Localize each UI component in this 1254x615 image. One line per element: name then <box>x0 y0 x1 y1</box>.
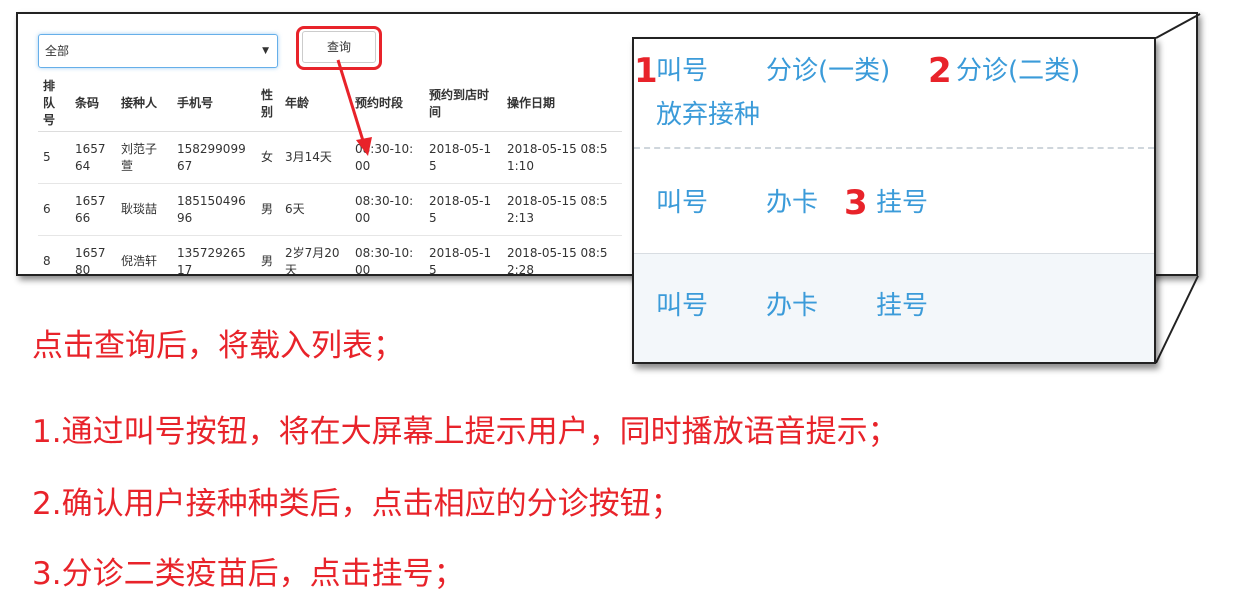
cell-gender: 男 <box>256 235 280 274</box>
chevron-down-icon: ▼ <box>262 46 269 56</box>
patient-table: 排队号 条码 接种人 手机号 性别 年龄 预约时段 预约到店时间 操作日期 5 … <box>38 76 622 274</box>
cell-age: 2岁7月20天 <box>280 235 350 274</box>
action-row-3: 叫号 办卡 挂号 <box>634 253 1154 362</box>
triage-class1-button[interactable]: 分诊(一类) <box>766 55 890 87</box>
cell-barcode: 165780 <box>70 235 116 274</box>
cell-phone: 13572926517 <box>172 235 256 274</box>
cell-queue-no: 5 <box>38 131 70 184</box>
cell-patient: 刘范子萱 <box>116 131 172 184</box>
cell-patient: 倪浩轩 <box>116 235 172 274</box>
cell-phone: 15829909967 <box>172 131 256 184</box>
action-row-2: 叫号 办卡 3 挂号 <box>634 147 1154 255</box>
call-number-button[interactable]: 叫号 <box>656 187 708 219</box>
caption-step-3: 3.分诊二类疫苗后，点击挂号； <box>32 556 465 592</box>
table-row[interactable]: 6 165766 耿琰喆 18515049696 男 6天 08:30-10:0… <box>38 183 622 236</box>
cell-barcode: 165764 <box>70 131 116 184</box>
cell-gender: 男 <box>256 183 280 236</box>
query-button[interactable]: 查询 <box>302 31 376 63</box>
table-header-row: 排队号 条码 接种人 手机号 性别 年龄 预约时段 预约到店时间 操作日期 <box>38 76 622 132</box>
cell-queue-no: 8 <box>38 235 70 274</box>
issue-card-button[interactable]: 办卡 <box>766 187 818 219</box>
cell-age: 6天 <box>280 183 350 236</box>
cell-slot: 08:30-10:00 <box>350 235 424 274</box>
zoomed-actions-panel: 1 叫号 分诊(一类) 2 分诊(二类) 放弃接种 叫号 办卡 3 挂号 叫号 … <box>632 37 1156 364</box>
cell-slot: 08:30-10:00 <box>350 183 424 236</box>
action-row-1: 1 叫号 分诊(一类) 2 分诊(二类) 放弃接种 <box>634 39 1154 147</box>
table-row[interactable]: 8 165780 倪浩轩 13572926517 男 2岁7月20天 08:30… <box>38 235 622 274</box>
triage-class2-button[interactable]: 分诊(二类) <box>956 55 1080 87</box>
step-marker-2: 2 <box>928 51 952 91</box>
cell-gender: 女 <box>256 131 280 184</box>
header-gender: 性别 <box>256 76 280 132</box>
perspective-line-bottom <box>1155 275 1199 364</box>
header-queue-no: 排队号 <box>38 76 70 132</box>
caption-load-list: 点击查询后，将载入列表； <box>32 328 404 364</box>
category-select-value: 全部 <box>45 44 70 58</box>
issue-card-button[interactable]: 办卡 <box>766 290 818 322</box>
cell-op-date: 2018-05-15 08:52:13 <box>502 183 622 236</box>
register-button[interactable]: 挂号 <box>876 187 928 219</box>
cell-barcode: 165766 <box>70 183 116 236</box>
caption-step-2: 2.确认用户接种种类后，点击相应的分诊按钮； <box>32 486 682 522</box>
caption-step-1: 1.通过叫号按钮，将在大屏幕上提示用户，同时播放语音提示； <box>32 414 899 450</box>
step-marker-1: 1 <box>634 51 658 91</box>
cell-arrival: 2018-05-15 <box>424 131 502 184</box>
header-patient: 接种人 <box>116 76 172 132</box>
register-button[interactable]: 挂号 <box>876 290 928 322</box>
header-op-date: 操作日期 <box>502 76 622 132</box>
abandon-vaccination-button[interactable]: 放弃接种 <box>656 99 760 131</box>
cell-arrival: 2018-05-15 <box>424 183 502 236</box>
header-phone: 手机号 <box>172 76 256 132</box>
cell-arrival: 2018-05-15 <box>424 235 502 274</box>
category-select[interactable]: 全部 ▼ <box>38 34 278 68</box>
cell-age: 3月14天 <box>280 131 350 184</box>
header-slot: 预约时段 <box>350 76 424 132</box>
header-arrival: 预约到店时间 <box>424 76 502 132</box>
cell-op-date: 2018-05-15 08:51:10 <box>502 131 622 184</box>
call-number-button[interactable]: 叫号 <box>656 55 708 87</box>
cell-slot: 08:30-10:00 <box>350 131 424 184</box>
cell-patient: 耿琰喆 <box>116 183 172 236</box>
header-barcode: 条码 <box>70 76 116 132</box>
step-marker-3: 3 <box>844 183 868 223</box>
table-row[interactable]: 5 165764 刘范子萱 15829909967 女 3月14天 08:30-… <box>38 131 622 184</box>
header-age: 年龄 <box>280 76 350 132</box>
cell-queue-no: 6 <box>38 183 70 236</box>
cell-phone: 18515049696 <box>172 183 256 236</box>
call-number-button[interactable]: 叫号 <box>656 290 708 322</box>
cell-op-date: 2018-05-15 08:52:28 <box>502 235 622 274</box>
